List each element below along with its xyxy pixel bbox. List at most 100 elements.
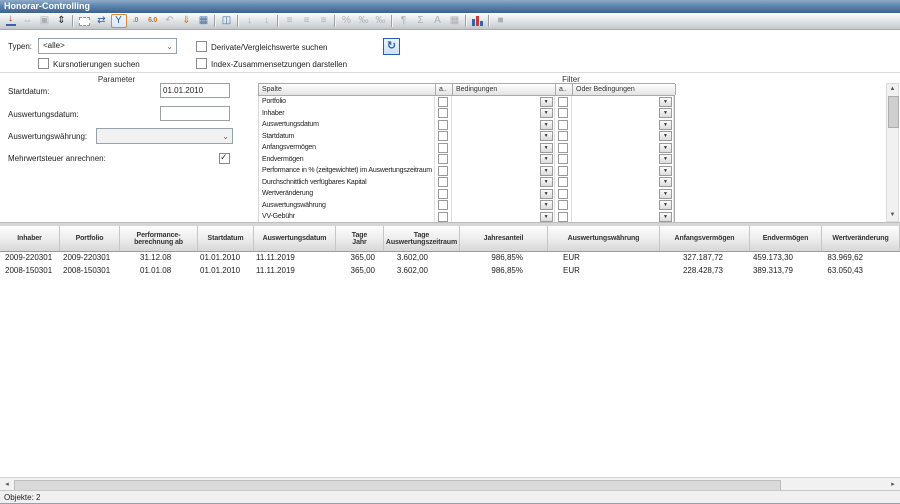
filter-and-checkbox[interactable] <box>438 166 448 176</box>
filter-and-cell[interactable] <box>555 96 572 108</box>
bank-icon[interactable]: ▦ <box>196 14 212 28</box>
chart-icon[interactable] <box>470 14 486 28</box>
dropdown-arrow-icon[interactable]: ▼ <box>540 120 553 130</box>
filter-icon[interactable]: Y <box>111 14 127 28</box>
filter-and-cell[interactable] <box>555 154 572 166</box>
decimal-add-icon[interactable]: .0 <box>128 14 144 28</box>
export-icon[interactable]: ⇓ <box>179 14 195 28</box>
dropdown-arrow-icon[interactable]: ▼ <box>540 212 553 222</box>
filter-oder-bedingungen-cell[interactable]: ▼ <box>572 108 675 120</box>
filter-and-cell[interactable] <box>435 96 452 108</box>
filter-and-checkbox[interactable] <box>558 143 568 153</box>
filter-and-checkbox[interactable] <box>438 120 448 130</box>
filter-and-checkbox[interactable] <box>558 120 568 130</box>
filter-and-cell[interactable] <box>435 119 452 131</box>
dropdown-arrow-icon[interactable]: ▼ <box>659 143 672 153</box>
new-window-icon[interactable] <box>77 14 93 28</box>
filter-oder-bedingungen-cell[interactable]: ▼ <box>572 119 675 131</box>
kursnotierungen-checkbox-row[interactable]: Kursnotierungen suchen <box>38 58 140 69</box>
filter-and-cell[interactable] <box>435 142 452 154</box>
filter-bedingungen-cell[interactable]: ▼ <box>452 165 555 177</box>
filter-and-cell[interactable] <box>435 165 452 177</box>
horizontal-scrollbar[interactable]: ◂ ▸ <box>0 477 900 490</box>
index-checkbox[interactable] <box>196 58 207 69</box>
kursnotierungen-checkbox[interactable] <box>38 58 49 69</box>
scroll-left-icon[interactable]: ◂ <box>1 479 13 490</box>
filter-and-cell[interactable] <box>435 188 452 200</box>
report-icon[interactable]: ◫ <box>219 14 235 28</box>
scroll-right-icon[interactable]: ▸ <box>887 479 899 490</box>
derivate-checkbox[interactable] <box>196 41 207 52</box>
mehrwertsteuer-checkbox[interactable] <box>219 153 230 164</box>
grid-column-header[interactable]: Auswertungswährung <box>548 226 660 251</box>
filter-and-checkbox[interactable] <box>438 143 448 153</box>
grid-column-header[interactable]: Endvermögen <box>750 226 822 251</box>
filter-and-checkbox[interactable] <box>558 154 568 164</box>
scroll-up-icon[interactable]: ▲ <box>887 84 898 95</box>
grid-column-header[interactable]: Performance- berechnung ab <box>120 226 198 251</box>
table-row[interactable]: 2009-2203012009-22030131.12.0801.01.2010… <box>0 252 900 265</box>
filter-oder-bedingungen-cell[interactable]: ▼ <box>572 142 675 154</box>
filter-and-cell[interactable] <box>435 108 452 120</box>
dropdown-arrow-icon[interactable]: ▼ <box>540 200 553 210</box>
filter-oder-bedingungen-cell[interactable]: ▼ <box>572 96 675 108</box>
dropdown-arrow-icon[interactable]: ▼ <box>659 131 672 141</box>
grid-column-header[interactable]: Inhaber <box>0 226 60 251</box>
filter-and-checkbox[interactable] <box>558 177 568 187</box>
filter-and-checkbox[interactable] <box>558 97 568 107</box>
filter-bedingungen-cell[interactable]: ▼ <box>452 177 555 189</box>
filter-vertical-scrollbar[interactable]: ▲ ▼ <box>886 83 899 222</box>
filter-oder-bedingungen-cell[interactable]: ▼ <box>572 188 675 200</box>
filter-and-checkbox[interactable] <box>558 189 568 199</box>
dropdown-arrow-icon[interactable]: ▼ <box>540 143 553 153</box>
filter-and-cell[interactable] <box>435 200 452 212</box>
filter-and-cell[interactable] <box>555 131 572 143</box>
filter-and-cell[interactable] <box>435 154 452 166</box>
filter-oder-bedingungen-cell[interactable]: ▼ <box>572 154 675 166</box>
vertical-scrollbar-thumb[interactable] <box>888 96 899 128</box>
filter-and-checkbox[interactable] <box>558 166 568 176</box>
dropdown-arrow-icon[interactable]: ▼ <box>540 189 553 199</box>
filter-and-checkbox[interactable] <box>438 189 448 199</box>
filter-and-cell[interactable] <box>555 188 572 200</box>
swap-columns-icon[interactable]: ⇄ <box>94 14 110 28</box>
filter-bedingungen-cell[interactable]: ▼ <box>452 188 555 200</box>
filter-bedingungen-cell[interactable]: ▼ <box>452 154 555 166</box>
filter-bedingungen-cell[interactable]: ▼ <box>452 119 555 131</box>
filter-and-checkbox[interactable] <box>438 97 448 107</box>
grid-column-header[interactable]: Wertveränderung <box>822 226 900 251</box>
filter-and-checkbox[interactable] <box>438 177 448 187</box>
filter-and-checkbox[interactable] <box>558 212 568 222</box>
dropdown-arrow-icon[interactable]: ▼ <box>540 108 553 118</box>
filter-and-checkbox[interactable] <box>438 154 448 164</box>
filter-bedingungen-cell[interactable]: ▼ <box>452 200 555 212</box>
dropdown-arrow-icon[interactable]: ▼ <box>540 131 553 141</box>
filter-bedingungen-cell[interactable]: ▼ <box>452 211 555 222</box>
grid-column-header[interactable]: Anfangsvermögen <box>660 226 750 251</box>
filter-and-cell[interactable] <box>555 200 572 212</box>
decimal-remove-icon[interactable]: 6.0 <box>145 14 161 28</box>
dropdown-arrow-icon[interactable]: ▼ <box>659 97 672 107</box>
dropdown-arrow-icon[interactable]: ▼ <box>540 177 553 187</box>
import-rows-icon[interactable]: ↓ <box>3 14 19 28</box>
dropdown-arrow-icon[interactable]: ▼ <box>540 166 553 176</box>
index-checkbox-row[interactable]: Index-Zusammensetzungen darstellen <box>196 58 347 69</box>
refresh-button[interactable]: ↻ <box>383 38 400 55</box>
dropdown-arrow-icon[interactable]: ▼ <box>659 189 672 199</box>
dropdown-arrow-icon[interactable]: ▼ <box>659 120 672 130</box>
typen-select[interactable]: <alle> ⌄ <box>38 38 177 54</box>
table-row[interactable]: 2008-1503012008-15030101.01.0801.01.2010… <box>0 265 900 278</box>
filter-and-checkbox[interactable] <box>558 131 568 141</box>
dropdown-arrow-icon[interactable]: ▼ <box>540 154 553 164</box>
filter-and-cell[interactable] <box>435 177 452 189</box>
filter-oder-bedingungen-cell[interactable]: ▼ <box>572 177 675 189</box>
filter-and-cell[interactable] <box>555 119 572 131</box>
filter-and-cell[interactable] <box>435 131 452 143</box>
dropdown-arrow-icon[interactable]: ▼ <box>659 212 672 222</box>
filter-and-checkbox[interactable] <box>438 200 448 210</box>
filter-and-checkbox[interactable] <box>438 131 448 141</box>
filter-oder-bedingungen-cell[interactable]: ▼ <box>572 200 675 212</box>
filter-bedingungen-cell[interactable]: ▼ <box>452 96 555 108</box>
grid-column-header[interactable]: Tage Jahr <box>336 226 384 251</box>
filter-oder-bedingungen-cell[interactable]: ▼ <box>572 131 675 143</box>
